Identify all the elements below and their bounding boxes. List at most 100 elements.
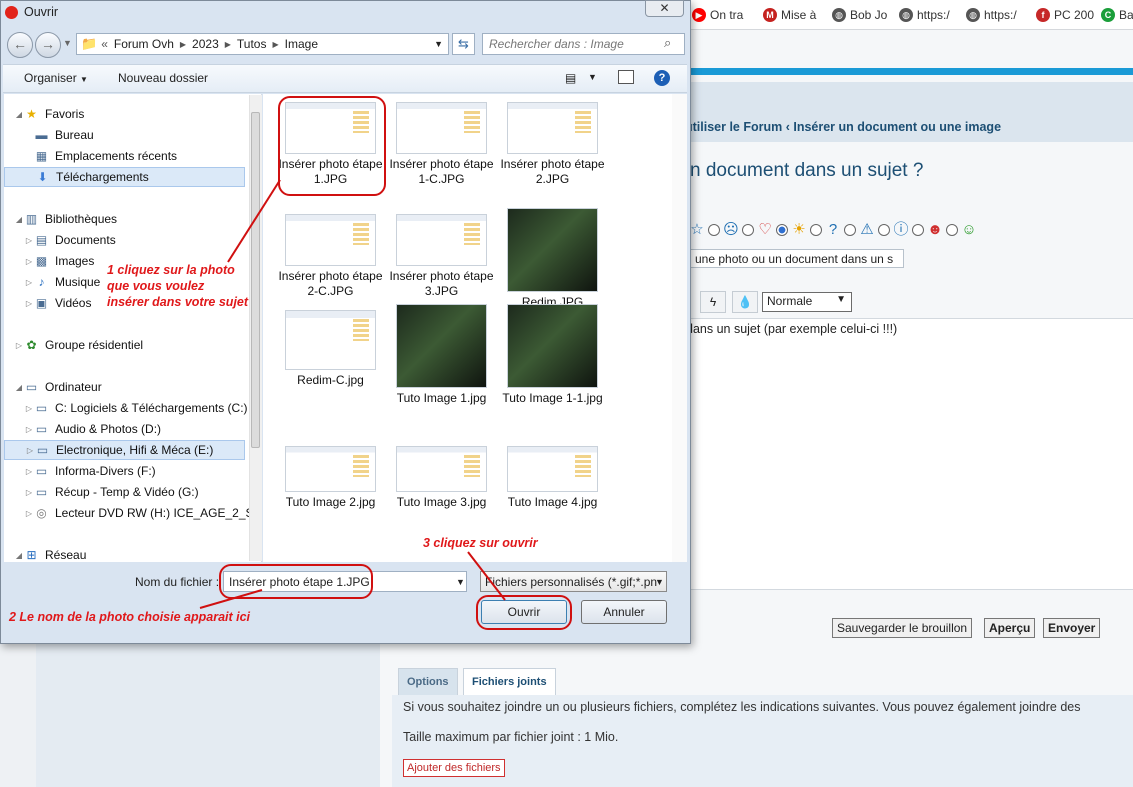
expander-icon[interactable]: ▷: [24, 488, 34, 497]
expander-icon[interactable]: ◢: [14, 215, 24, 224]
flash-icon[interactable]: ϟ: [700, 291, 726, 313]
organize-menu-button[interactable]: Organiser ▼: [24, 71, 88, 85]
chevron-right-icon[interactable]: ▶: [225, 40, 231, 49]
browser-tab[interactable]: M Mise à: [763, 6, 828, 24]
browser-tab[interactable]: ▶ On tra: [692, 6, 759, 24]
breadcrumb-overflow-icon[interactable]: «: [101, 37, 108, 51]
nav-item[interactable]: ◢ ▭ Ordinateur: [4, 377, 102, 397]
file-item[interactable]: Redim.JPG: [497, 208, 608, 310]
browser-tab[interactable]: C Ba: [1101, 6, 1133, 24]
address-bar[interactable]: 📁 « Forum Ovh ▶ 2023 ▶ Tutos ▶ Image ▼: [76, 33, 449, 55]
preview-pane-icon[interactable]: [618, 70, 634, 84]
file-type-select[interactable]: Fichiers personnalisés (*.gif;*.pn: [480, 571, 667, 592]
chevron-right-icon[interactable]: ▶: [272, 40, 278, 49]
expander-icon[interactable]: ▷: [24, 467, 34, 476]
file-item[interactable]: Insérer photo étape 1-C.JPG: [386, 102, 497, 187]
file-item[interactable]: Insérer photo étape 3.JPG: [386, 208, 497, 299]
nav-item[interactable]: ▷ ▭ Informa-Divers (F:): [4, 461, 156, 481]
nav-item[interactable]: ◢ ▥ Bibliothèques: [4, 209, 117, 229]
radio-icon-choice[interactable]: [946, 224, 958, 236]
close-button[interactable]: ✕: [645, 0, 684, 17]
chevron-down-icon[interactable]: ▼: [655, 577, 664, 587]
nav-item[interactable]: ▷ ▭ Electronique, Hifi & Méca (E:): [4, 440, 245, 460]
color-drop-icon[interactable]: 💧: [732, 291, 758, 313]
browser-tab[interactable]: f PC 200: [1036, 6, 1097, 24]
radio-icon-choice[interactable]: [742, 224, 754, 236]
cancel-button[interactable]: Annuler: [581, 600, 667, 624]
radio-icon-choice-selected[interactable]: [776, 224, 788, 236]
save-draft-button[interactable]: Sauvegarder le brouillon: [832, 618, 973, 638]
file-item[interactable]: Tuto Image 1.jpg: [386, 304, 497, 406]
path-segment[interactable]: Image: [285, 37, 318, 51]
chevron-down-icon[interactable]: ▼: [434, 39, 443, 49]
expander-icon[interactable]: ▷: [24, 257, 34, 266]
expander-icon[interactable]: ◢: [14, 551, 24, 560]
search-icon[interactable]: ⌕: [664, 35, 671, 51]
nav-item[interactable]: ▷ ▤ Documents: [4, 230, 116, 250]
add-files-button[interactable]: Ajouter des fichiers: [403, 759, 505, 777]
nav-item[interactable]: ▬ Bureau: [4, 125, 94, 145]
file-list-scrollbar[interactable]: [672, 94, 687, 562]
chevron-down-icon[interactable]: ▼: [588, 72, 597, 82]
expander-icon[interactable]: ▷: [24, 509, 34, 518]
font-size-select[interactable]: Normale ▼: [762, 292, 852, 312]
path-segment[interactable]: 2023: [192, 37, 219, 51]
nav-item[interactable]: ◢ ⊞ Réseau: [4, 545, 86, 565]
message-editor[interactable]: [690, 318, 1133, 590]
radio-icon-choice[interactable]: [810, 224, 822, 236]
nav-item[interactable]: ▷ ▭ Récup - Temp & Vidéo (G:): [4, 482, 199, 502]
expander-icon[interactable]: ▷: [24, 278, 34, 287]
file-item[interactable]: Redim-C.jpg: [275, 304, 386, 388]
expander-icon[interactable]: ▷: [24, 236, 34, 245]
scrollbar-thumb[interactable]: [251, 112, 260, 448]
send-button[interactable]: Envoyer: [1043, 618, 1101, 638]
radio-icon-choice[interactable]: [912, 224, 924, 236]
back-button[interactable]: ←: [7, 32, 33, 58]
breadcrumb[interactable]: utiliser le Forum ‹ Insérer un document …: [685, 120, 1001, 134]
radio-icon-choice[interactable]: [878, 224, 890, 236]
subject-input[interactable]: une photo ou un document dans un s: [690, 249, 904, 268]
path-segment[interactable]: Tutos: [237, 37, 267, 51]
recent-locations-dropdown[interactable]: ▼: [63, 38, 72, 48]
nav-item[interactable]: ◢ ★ Favoris: [4, 104, 84, 124]
nav-item[interactable]: ▷ ▭ C: Logiciels & Téléchargements (C:): [4, 398, 248, 418]
file-item[interactable]: Tuto Image 1-1.jpg: [497, 304, 608, 406]
nav-item[interactable]: ▷ ✿ Groupe résidentiel: [4, 335, 143, 355]
file-item[interactable]: Insérer photo étape 2-C.JPG: [275, 208, 386, 299]
search-input[interactable]: Rechercher dans : Image: [482, 33, 685, 55]
browser-tab[interactable]: ◍ https:/: [966, 6, 1032, 24]
nav-item[interactable]: ▷ ◎ Lecteur DVD RW (H:) ICE_AGE_2_SE: [4, 503, 262, 523]
preview-button[interactable]: Aperçu: [984, 618, 1036, 638]
expander-icon[interactable]: ▷: [24, 404, 34, 413]
expander-icon[interactable]: ▷: [14, 341, 24, 350]
help-icon[interactable]: ?: [654, 70, 670, 86]
file-item[interactable]: Tuto Image 3.jpg: [386, 430, 497, 510]
expander-icon[interactable]: ▷: [24, 299, 34, 308]
radio-icon-choice[interactable]: [844, 224, 856, 236]
browser-tab[interactable]: ◍ https:/: [899, 6, 962, 24]
file-item[interactable]: Tuto Image 4.jpg: [497, 430, 608, 510]
browser-tab[interactable]: ◍ Bob Jo: [832, 6, 895, 24]
nav-item[interactable]: ▷ ♪ Musique: [4, 272, 100, 292]
nav-item[interactable]: ▷ ▭ Audio & Photos (D:): [4, 419, 161, 439]
expander-icon[interactable]: ▷: [24, 425, 34, 434]
chevron-right-icon[interactable]: ▶: [180, 40, 186, 49]
tab-attachments[interactable]: Fichiers joints: [463, 668, 556, 695]
nav-item[interactable]: ▷ ▣ Vidéos: [4, 293, 92, 313]
expander-icon[interactable]: ▷: [25, 446, 35, 455]
view-options-icon[interactable]: ▤: [565, 71, 576, 85]
radio-icon-choice[interactable]: [708, 224, 720, 236]
expander-icon[interactable]: ◢: [14, 383, 24, 392]
nav-item[interactable]: ▷ ▩ Images: [4, 251, 94, 271]
nav-item[interactable]: ⬇ Téléchargements: [4, 167, 245, 187]
file-item[interactable]: Tuto Image 2.jpg: [275, 430, 386, 510]
refresh-button[interactable]: ⇆: [452, 33, 475, 55]
path-segment[interactable]: Forum Ovh: [114, 37, 174, 51]
chevron-down-icon[interactable]: ▼: [456, 577, 465, 587]
nav-item[interactable]: ▦ Emplacements récents: [4, 146, 177, 166]
new-folder-button[interactable]: Nouveau dossier: [118, 71, 208, 85]
expander-icon[interactable]: ◢: [14, 110, 24, 119]
tab-options[interactable]: Options: [398, 668, 458, 695]
forward-button[interactable]: →: [35, 32, 61, 58]
file-item[interactable]: Insérer photo étape 2.JPG: [497, 102, 608, 187]
